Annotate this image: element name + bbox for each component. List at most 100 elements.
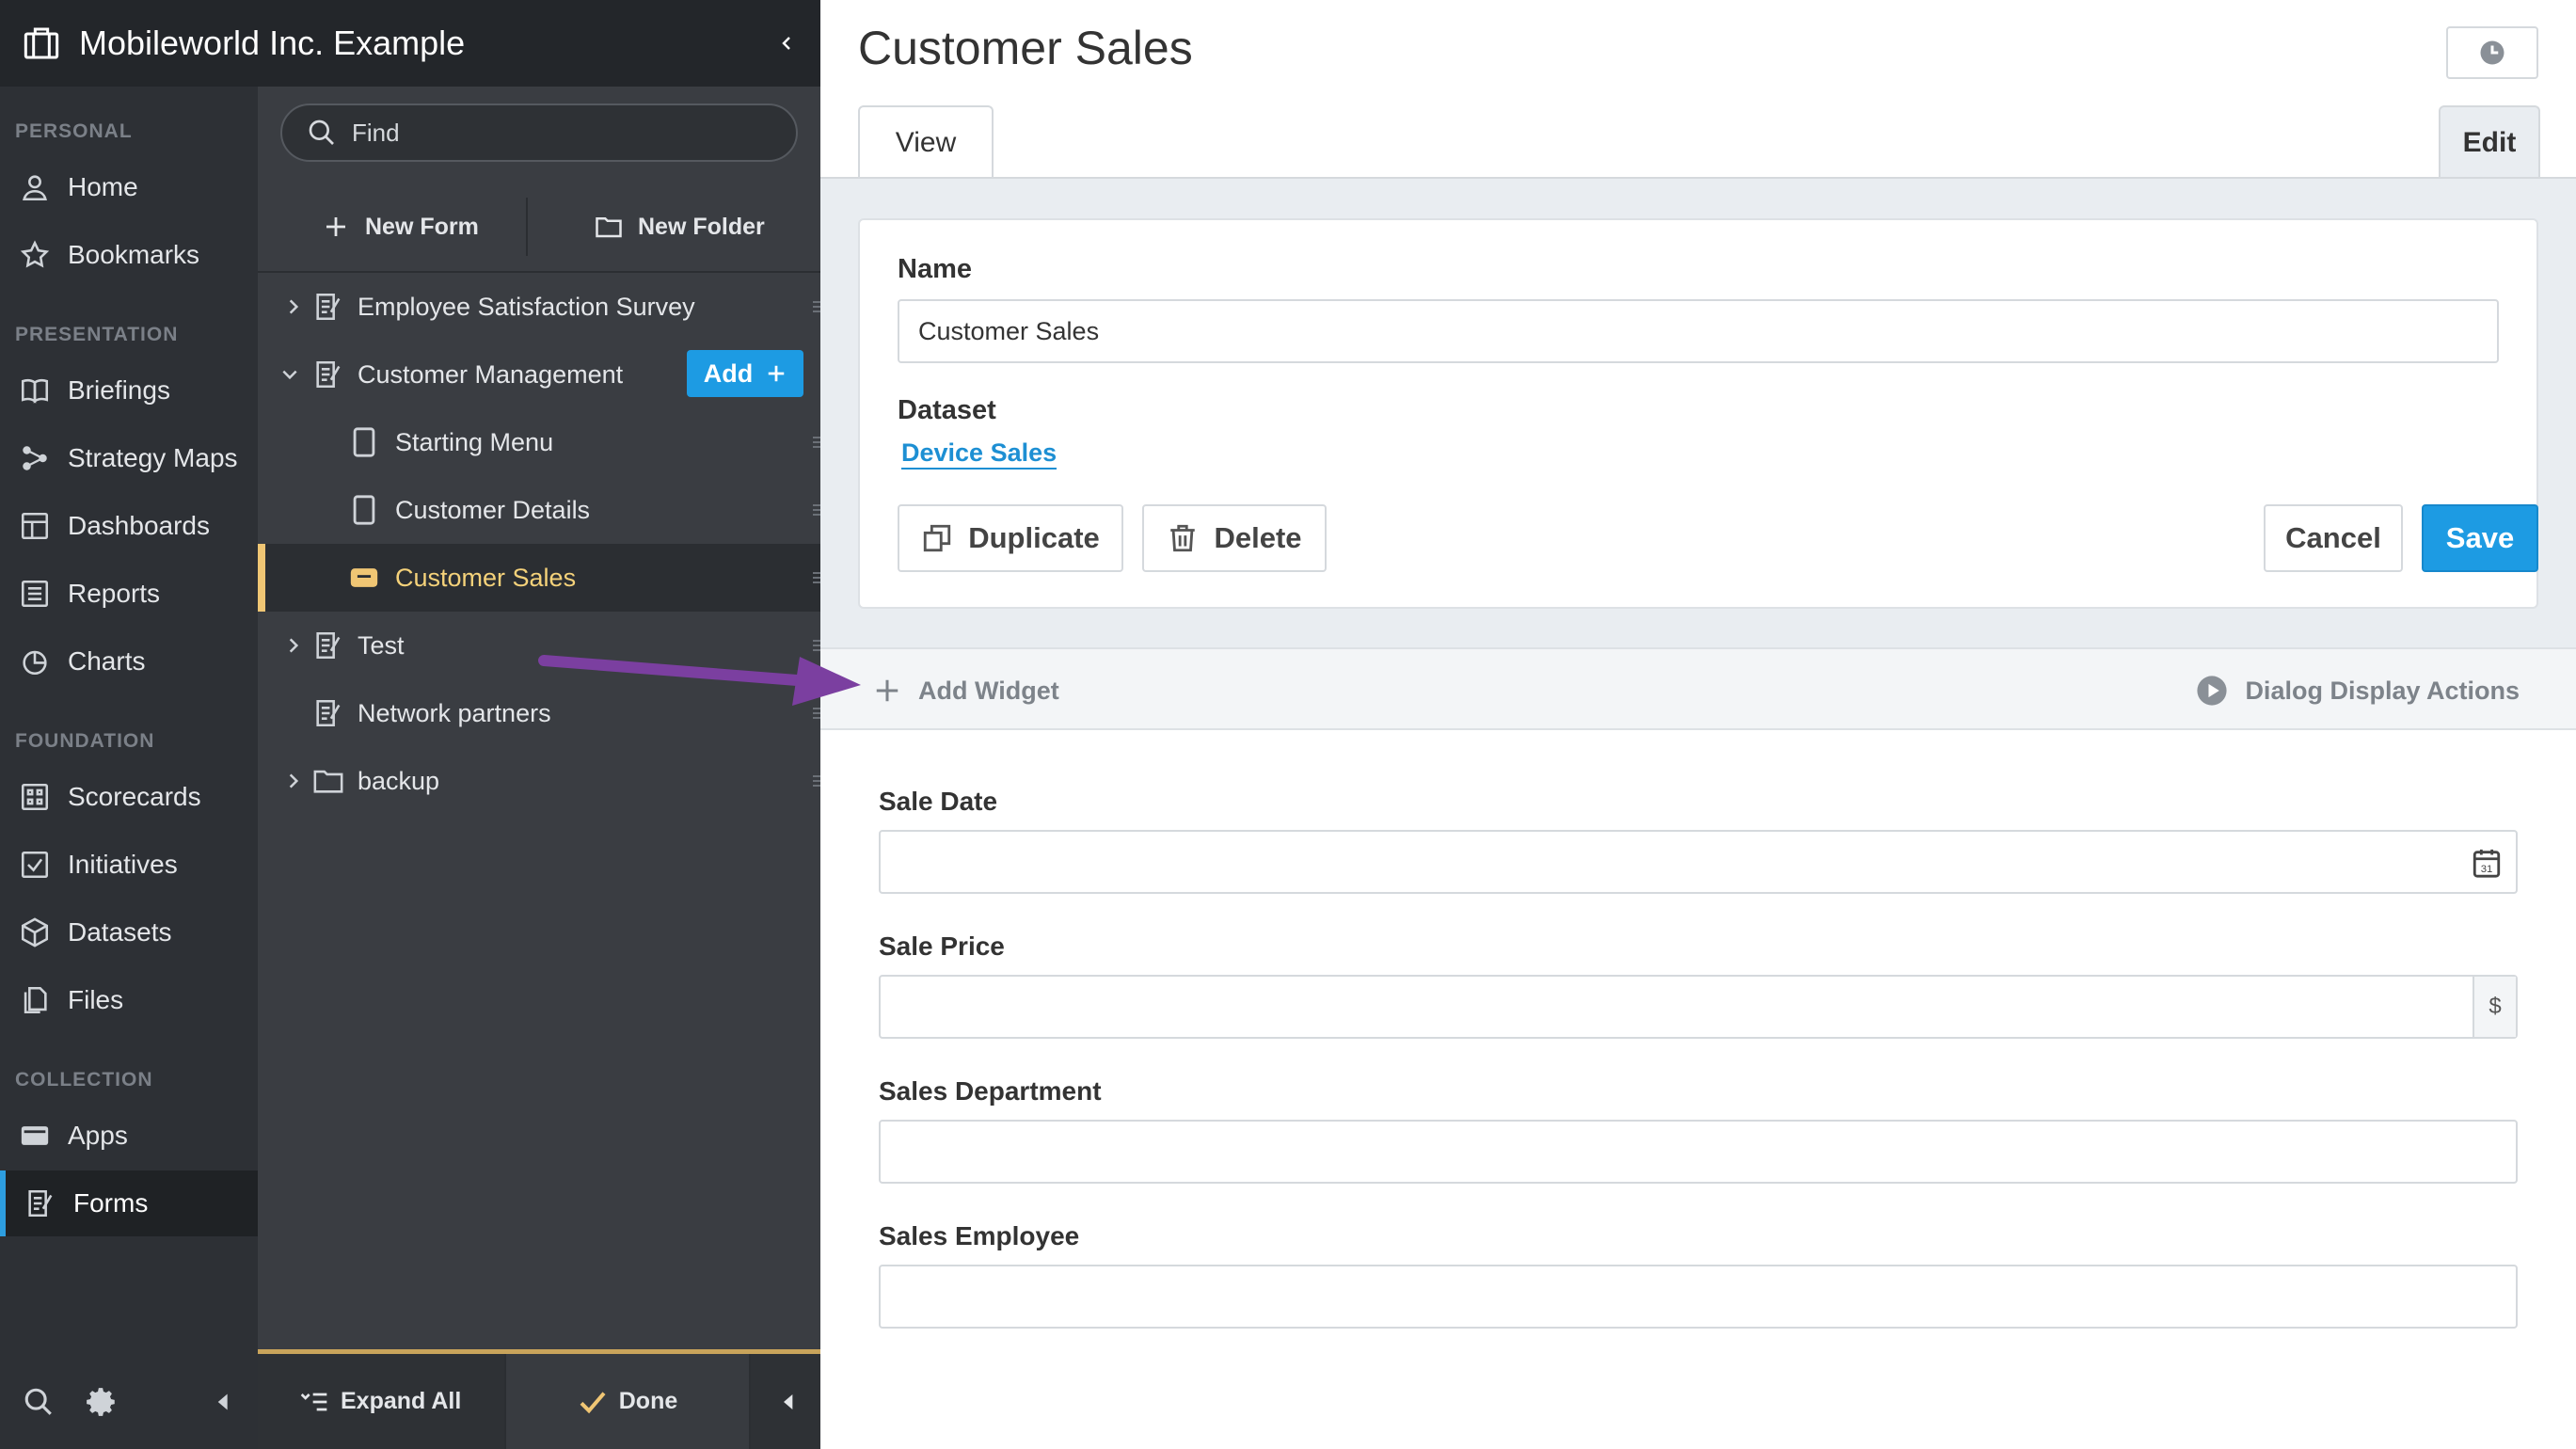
- new-folder-button[interactable]: New Folder: [595, 181, 765, 273]
- nav-item-label: Initiatives: [68, 850, 178, 879]
- name-input[interactable]: [898, 299, 2499, 363]
- tree-row-label: Employee Satisfaction Survey: [358, 292, 695, 321]
- save-button[interactable]: Save: [2422, 504, 2538, 572]
- page-title: Customer Sales: [858, 22, 1193, 74]
- find-input[interactable]: [352, 118, 766, 148]
- tree-row-label: Customer Details: [395, 495, 591, 524]
- dataset-link[interactable]: Device Sales: [901, 438, 1057, 470]
- drag-handle-icon[interactable]: [811, 501, 820, 519]
- nav-item-forms[interactable]: Forms: [0, 1170, 258, 1236]
- cancel-button[interactable]: Cancel: [2264, 504, 2403, 572]
- sale-date-label: Sale Date: [879, 787, 998, 816]
- gear-icon[interactable]: [87, 1386, 119, 1418]
- drag-handle-icon[interactable]: [811, 297, 820, 316]
- nav-item-dashboards[interactable]: Dashboards: [0, 493, 258, 559]
- tree-row-label: Customer Sales: [395, 563, 577, 592]
- nav-item-files[interactable]: Files: [0, 967, 258, 1033]
- nav-item-label: Briefings: [68, 375, 170, 405]
- dashboard-icon: [21, 512, 49, 540]
- caret-left-icon: [784, 1393, 793, 1409]
- sale-price-input[interactable]: [881, 977, 2516, 1037]
- tree-row-customer-details[interactable]: Customer Details: [258, 476, 820, 544]
- nav-item-datasets[interactable]: Datasets: [0, 900, 258, 965]
- sales-department-field[interactable]: [879, 1120, 2518, 1184]
- calendar-icon[interactable]: 31: [2471, 847, 2503, 879]
- form-icon: [28, 1189, 53, 1218]
- nav-item-label: Reports: [68, 579, 161, 608]
- sales-employee-input[interactable]: [881, 1266, 2516, 1327]
- page-icon: [353, 427, 375, 457]
- nav-item-strategy-maps[interactable]: Strategy Maps: [0, 425, 258, 491]
- name-label: Name: [898, 254, 972, 284]
- done-label: Done: [618, 1388, 678, 1414]
- cube-icon: [21, 917, 49, 947]
- drag-handle-icon[interactable]: [811, 772, 820, 790]
- main-content: Customer Sales View Edit Name Dataset De…: [820, 0, 2576, 1449]
- duplicate-icon: [924, 524, 951, 552]
- nav-section-foundation: FOUNDATION: [15, 730, 155, 752]
- chevron-down-icon[interactable]: [280, 365, 299, 384]
- pie-chart-icon: [23, 650, 47, 676]
- drag-handle-icon[interactable]: [811, 433, 820, 452]
- find-search-box[interactable]: [280, 104, 798, 162]
- sale-price-field[interactable]: $: [879, 975, 2518, 1039]
- add-button[interactable]: Add: [687, 350, 803, 397]
- add-widget-label: Add Widget: [918, 676, 1059, 705]
- chevron-right-icon[interactable]: [284, 297, 303, 316]
- sales-department-input[interactable]: [881, 1122, 2516, 1182]
- chevron-left-icon[interactable]: [779, 32, 794, 55]
- star-icon: [20, 240, 50, 268]
- form-icon: [316, 631, 341, 660]
- chevron-right-icon[interactable]: [284, 772, 303, 790]
- plus-icon: [768, 365, 785, 382]
- form-icon: [316, 293, 341, 321]
- annotation-arrow: [538, 655, 861, 706]
- new-form-button[interactable]: New Form: [322, 181, 479, 273]
- nav-item-reports[interactable]: Reports: [0, 561, 258, 627]
- sale-date-input[interactable]: [881, 832, 2516, 892]
- tab-edit[interactable]: Edit: [2439, 105, 2540, 179]
- play-circle-icon: [2197, 676, 2228, 706]
- tree-row-customer-sales[interactable]: Customer Sales: [258, 544, 820, 612]
- collapse-nav-icon[interactable]: [213, 1386, 231, 1418]
- done-button[interactable]: Done: [504, 1354, 751, 1449]
- add-widget-button[interactable]: Add Widget: [873, 649, 1059, 732]
- tab-view[interactable]: View: [858, 105, 994, 179]
- collapse-panel-button[interactable]: [755, 1354, 820, 1449]
- form-icon: [316, 699, 341, 727]
- nav-item-label: Forms: [73, 1188, 149, 1218]
- nav-item-label: Charts: [68, 646, 146, 676]
- forms-tree-panel: New Form New Folder Employee Satisfactio…: [258, 87, 820, 1449]
- nav-item-home[interactable]: Home: [0, 154, 258, 220]
- search-icon[interactable]: [23, 1386, 55, 1418]
- nav-item-label: Scorecards: [68, 782, 201, 811]
- tree-row-employee-satisfaction-survey[interactable]: Employee Satisfaction Survey: [258, 273, 820, 341]
- nav-item-briefings[interactable]: Briefings: [0, 358, 258, 423]
- delete-button[interactable]: Delete: [1142, 504, 1327, 572]
- nav-item-charts[interactable]: Charts: [0, 629, 258, 694]
- sales-employee-field[interactable]: [879, 1265, 2518, 1329]
- left-navigation: PERSONAL Home Bookmarks PRESENTATION Bri…: [0, 0, 258, 1449]
- plus-icon: [326, 217, 345, 236]
- expand-all-button[interactable]: Expand All: [299, 1354, 461, 1449]
- dialog-display-actions-button[interactable]: Dialog Display Actions: [2196, 649, 2520, 732]
- nav-item-apps[interactable]: Apps: [0, 1103, 258, 1169]
- chevron-right-icon[interactable]: [284, 636, 303, 655]
- tree-row-starting-menu[interactable]: Starting Menu: [258, 408, 820, 476]
- sale-date-field[interactable]: 31: [879, 830, 2518, 894]
- tree-row-backup[interactable]: backup: [258, 747, 820, 815]
- nav-item-bookmarks[interactable]: Bookmarks: [0, 222, 258, 288]
- nav-item-label: Strategy Maps: [68, 443, 238, 472]
- nav-item-initiatives[interactable]: Initiatives: [0, 832, 258, 898]
- history-button[interactable]: [2446, 26, 2538, 79]
- duplicate-button[interactable]: Duplicate: [898, 504, 1123, 572]
- folder-icon: [596, 217, 622, 238]
- drag-handle-icon[interactable]: [811, 568, 820, 587]
- plus-icon: [876, 679, 898, 702]
- sales-employee-label: Sales Employee: [879, 1221, 1080, 1250]
- form-icon: [316, 360, 341, 389]
- new-folder-label: New Folder: [638, 213, 765, 240]
- nav-item-scorecards[interactable]: Scorecards: [0, 764, 258, 830]
- strategy-map-icon: [23, 446, 47, 470]
- briefcase-icon: [24, 27, 59, 59]
